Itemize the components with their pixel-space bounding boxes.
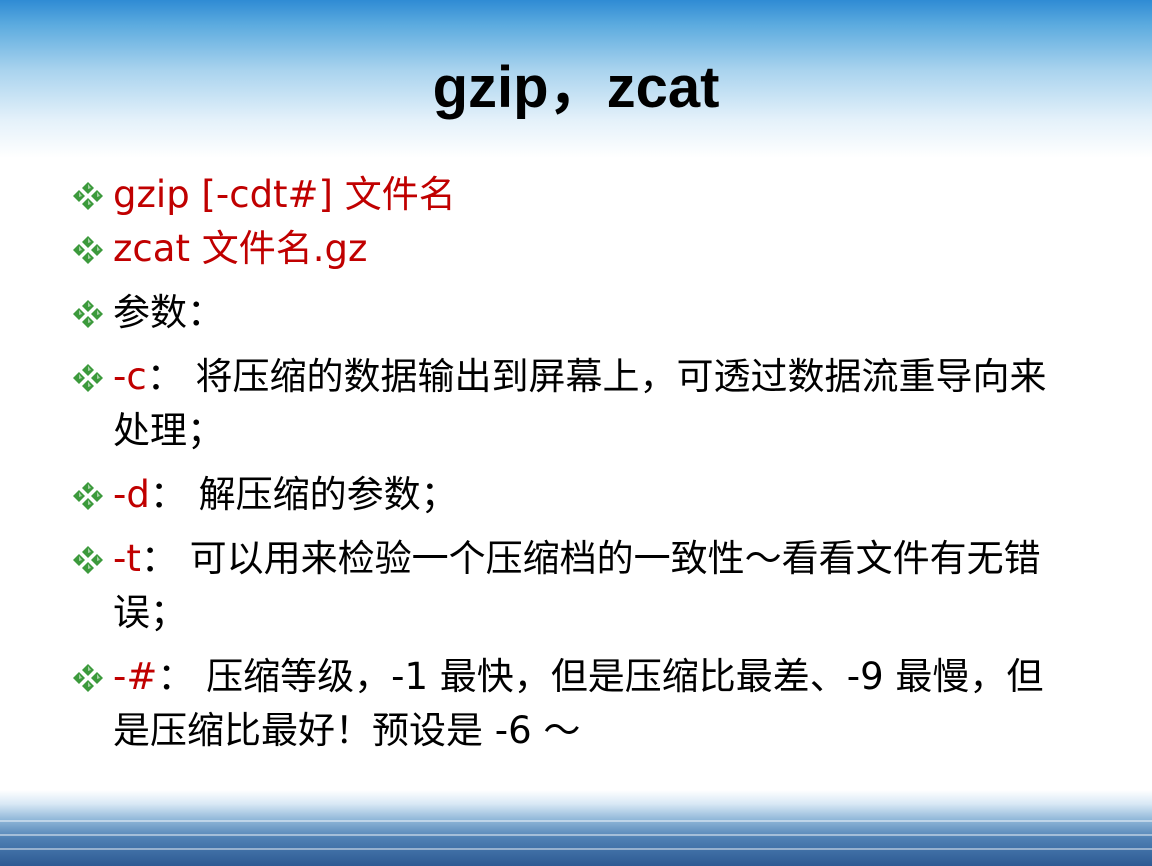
diamond-bullet-icon [73,236,103,264]
bullet-text: ： 压缩等级，-1 最快，但是压缩比最差、-9 最慢，但是压缩比最好！预设是 -… [113,655,1044,752]
diamond-bullet-icon [73,482,103,510]
bullet-text: 参数： [113,291,224,334]
bullet-item: -c： 将压缩的数据输出到屏幕上，可透过数据流重导向来处理； [70,350,1080,458]
bullet-text: ： 解压缩的参数； [149,473,458,516]
slide: gzip，zcat gzip [-cdt#] 文件名 zcat 文件名.gz 参… [0,0,1152,866]
bullet-key: -t [113,537,141,580]
bullet-item: gzip [-cdt#] 文件名 [70,168,1080,222]
diamond-bullet-icon [73,664,103,692]
bullet-list: gzip [-cdt#] 文件名 zcat 文件名.gz 参数： -c： 将压缩… [70,168,1080,758]
bullet-item: -#： 压缩等级，-1 最快，但是压缩比最差、-9 最慢，但是压缩比最好！预设是… [70,650,1080,758]
wave-line [0,820,1152,822]
bullet-key: -d [113,473,150,516]
wave-line [0,834,1152,836]
diamond-bullet-icon [73,546,103,574]
wave-line [0,848,1152,850]
bullet-text: ： 将压缩的数据输出到屏幕上，可透过数据流重导向来处理； [113,355,1047,452]
bullet-key: gzip [-cdt#] 文件名 [113,173,456,216]
bullet-key: -c [113,355,147,398]
bullet-key: zcat 文件名.gz [113,227,368,270]
bullet-item: -t： 可以用来检验一个压缩档的一致性～看看文件有无错误； [70,532,1080,640]
bullet-item: -d： 解压缩的参数； [70,468,1080,522]
diamond-bullet-icon [73,300,103,328]
slide-title: gzip，zcat [432,55,720,120]
footer-wave-band [0,790,1152,866]
bullet-key: -# [113,655,158,698]
bullet-item: 参数： [70,286,1080,340]
diamond-bullet-icon [73,182,103,210]
bullet-text: ： 可以用来检验一个压缩档的一致性～看看文件有无错误； [113,537,1041,634]
diamond-bullet-icon [73,364,103,392]
bullet-item: zcat 文件名.gz [70,222,1080,276]
